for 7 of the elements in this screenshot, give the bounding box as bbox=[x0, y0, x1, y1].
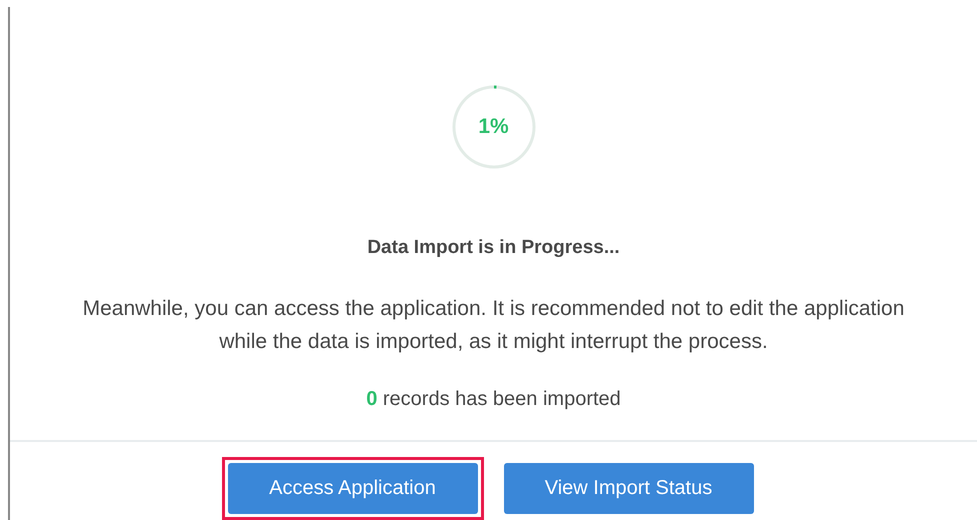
record-count: 0 bbox=[366, 388, 378, 410]
records-label: records has been imported bbox=[382, 388, 621, 410]
action-button[interactable]: Access Application bbox=[228, 462, 478, 514]
progress-percent: 1% bbox=[478, 114, 509, 140]
status-title: Data Import is in Progress... bbox=[367, 237, 620, 258]
action-button[interactable]: View Import Status bbox=[504, 462, 754, 514]
info-message: Meanwhile, you can access the application. It is recommended not to edit the application while the data is imported, as it might interrupt the process. bbox=[82, 296, 906, 354]
